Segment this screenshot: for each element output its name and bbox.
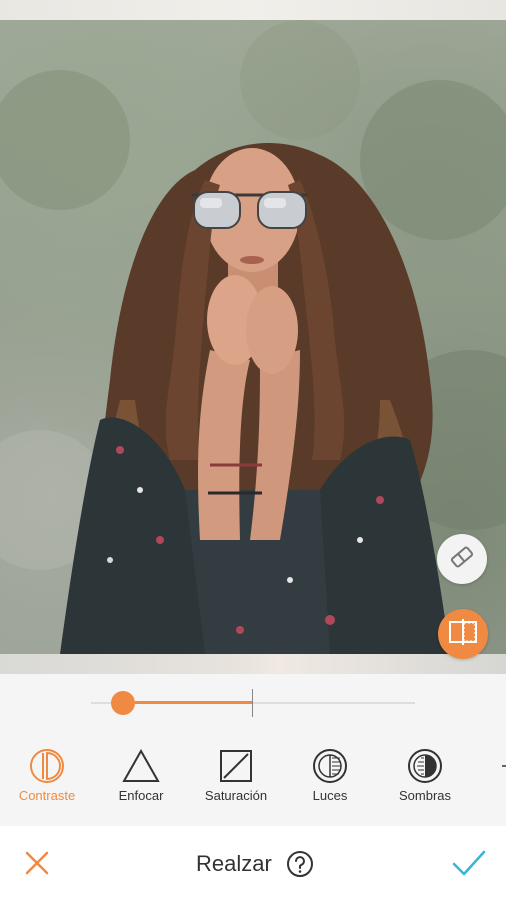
tool-contraste[interactable]: Contraste xyxy=(0,748,94,803)
help-icon[interactable] xyxy=(286,850,314,878)
triangle-sharpen-icon xyxy=(94,748,188,784)
tool-sombras[interactable]: Sombras xyxy=(378,748,472,803)
partial-tool-icon xyxy=(472,748,506,784)
eraser-icon xyxy=(448,543,476,576)
split-compare-icon xyxy=(448,618,478,650)
photo-bottom-strip xyxy=(0,654,506,674)
photo-canvas[interactable] xyxy=(0,20,506,654)
bottom-bar: Realzar xyxy=(0,826,506,900)
tool-bar: Contraste Enfocar Saturación Luces Sombr… xyxy=(0,734,506,826)
tool-saturacion[interactable]: Saturación xyxy=(189,748,283,803)
top-strip xyxy=(0,0,506,20)
tool-label: Contraste xyxy=(18,788,76,803)
close-icon[interactable] xyxy=(22,848,52,878)
tool-partial[interactable] xyxy=(472,748,506,784)
check-icon[interactable] xyxy=(450,847,488,879)
slider-fill xyxy=(135,701,253,704)
contrast-icon xyxy=(0,748,94,784)
tool-label: Enfocar xyxy=(118,788,164,803)
tool-enfocar[interactable]: Enfocar xyxy=(94,748,188,803)
tool-label: Luces xyxy=(312,788,348,803)
eraser-button[interactable] xyxy=(437,534,487,584)
tool-luces[interactable]: Luces xyxy=(283,748,377,803)
highlights-icon xyxy=(283,748,377,784)
tool-label: Saturación xyxy=(204,788,268,803)
slider-knob[interactable] xyxy=(111,691,136,715)
shadows-icon xyxy=(378,748,472,784)
photo-illustration xyxy=(0,20,506,654)
saturation-icon xyxy=(189,748,283,784)
adjust-slider[interactable] xyxy=(0,674,506,734)
tool-label: Sombras xyxy=(398,788,452,803)
slider-center-mark xyxy=(252,689,253,717)
mode-title: Realzar xyxy=(196,851,272,876)
compare-button[interactable] xyxy=(438,609,488,659)
